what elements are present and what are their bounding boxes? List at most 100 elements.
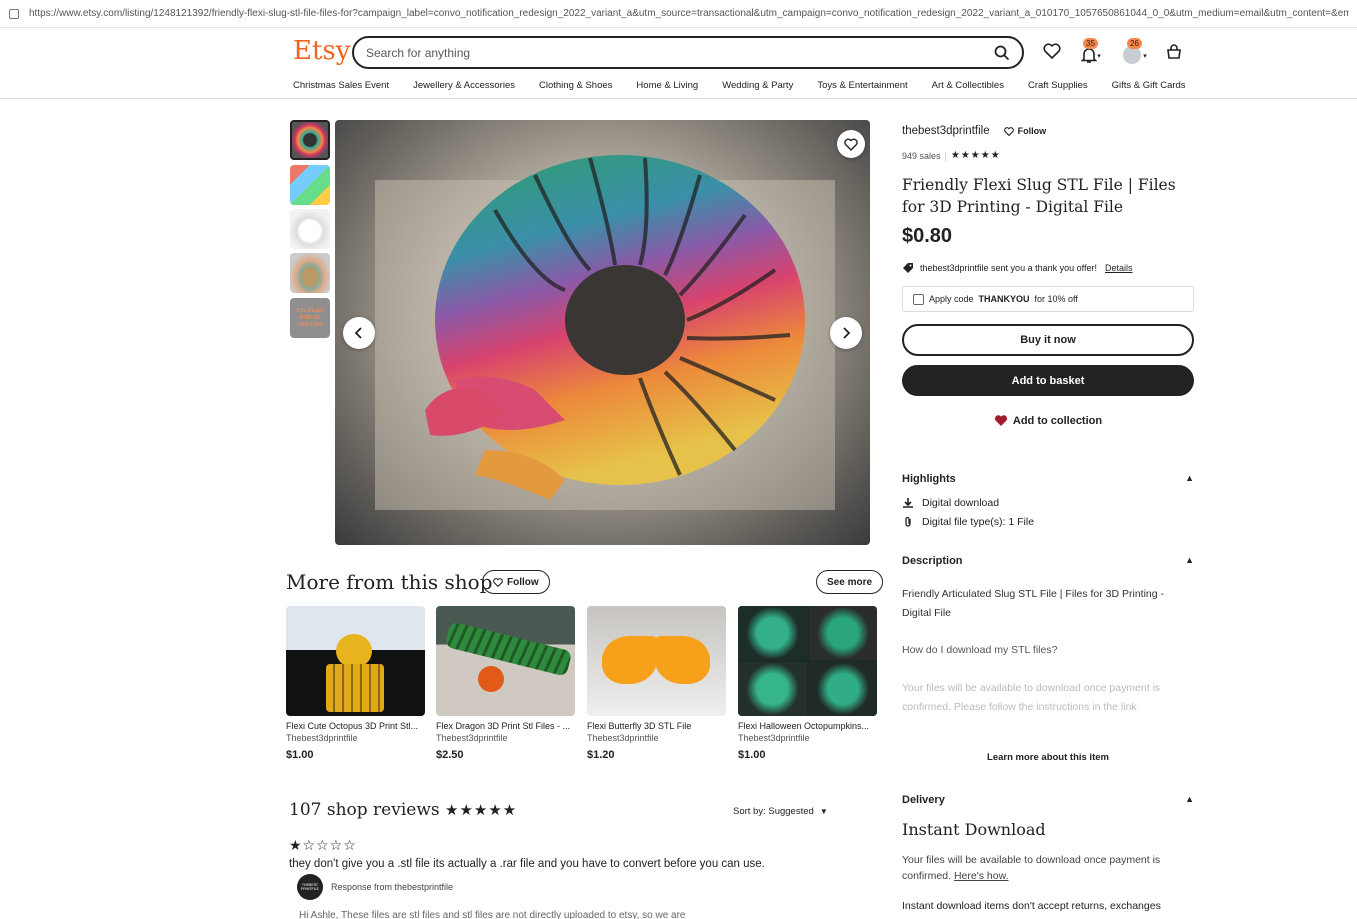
search-icon[interactable]	[994, 45, 1010, 61]
add-to-basket-button[interactable]: Add to basket	[902, 365, 1194, 396]
offer-text: thebest3dprintfile sent you a thank you …	[920, 263, 1097, 273]
search-input[interactable]	[366, 45, 994, 60]
chevron-right-icon	[843, 327, 851, 339]
nav-item-art[interactable]: Art & Collectibles	[932, 80, 1004, 91]
nav-item-christmas[interactable]: Christmas Sales Event	[293, 80, 389, 91]
response-text: Hi Ashle, These files are stl files and …	[299, 910, 686, 919]
nav-item-clothing[interactable]: Clothing & Shoes	[539, 80, 612, 91]
nav-item-home[interactable]: Home & Living	[636, 80, 698, 91]
product-image	[587, 606, 726, 716]
heart-icon	[844, 138, 858, 151]
etsy-logo[interactable]: Etsy	[293, 36, 350, 66]
nav-item-toys[interactable]: Toys & Entertainment	[817, 80, 907, 91]
basket-button[interactable]	[1166, 43, 1182, 60]
list-item[interactable]: Flexi Halloween Octopumpkins... Thebest3…	[738, 606, 877, 761]
header-divider	[0, 98, 1357, 99]
category-nav: Christmas Sales Event Jewellery & Access…	[293, 80, 1186, 91]
product-shop: Thebest3dprintfile	[587, 733, 659, 743]
account-badge: 26	[1127, 38, 1142, 49]
thumbnail-2[interactable]	[290, 165, 330, 205]
delivery-how-link[interactable]: Here's how.	[954, 870, 1009, 882]
product-title: Flexi Butterfly 3D STL File	[587, 721, 692, 731]
delivery-toggle[interactable]: Delivery ▲	[902, 794, 1194, 806]
reviews-heading: 107 shop reviews ★★★★★	[289, 800, 517, 820]
coupon-checkbox-row[interactable]: Apply code THANKYOU for 10% off	[902, 286, 1194, 312]
shop-avatar[interactable]: THEBEST PRINTFILE	[297, 874, 323, 900]
product-image	[286, 606, 425, 716]
add-to-collection-button[interactable]: Add to collection	[902, 414, 1194, 427]
follow-seller-button[interactable]: Follow	[1003, 126, 1047, 136]
description-paragraph: How do I download my STL files?	[902, 644, 1058, 656]
product-shop: Thebest3dprintfile	[286, 733, 358, 743]
coupon-suffix: for 10% off	[1034, 294, 1078, 304]
list-item[interactable]: Flex Dragon 3D Print Stl Files - ... The…	[436, 606, 575, 761]
shop-rating-stars[interactable]: ★★★★★	[951, 150, 1001, 161]
sort-label: Sort by: Suggested	[733, 806, 814, 817]
description-paragraph: Friendly Articulated Slug STL File | Fil…	[902, 588, 1165, 619]
response-label: Response from thebestprintfile	[331, 882, 454, 892]
thumbnail-label: STL FILES FOR 3D PRINTING	[296, 307, 324, 328]
highlights-title: Highlights	[902, 473, 956, 485]
next-image-button[interactable]	[830, 317, 862, 349]
thumbnail-1[interactable]	[290, 120, 330, 160]
address-bar[interactable]: https://www.etsy.com/listing/1248121392/…	[0, 0, 1357, 28]
description-toggle[interactable]: Description ▲	[902, 555, 1194, 567]
nav-item-jewellery[interactable]: Jewellery & Accessories	[413, 80, 515, 91]
delivery-text-body: Your files will be available to download…	[902, 854, 1161, 882]
list-item[interactable]: Flexi Butterfly 3D STL File Thebest3dpri…	[587, 606, 726, 761]
tag-icon	[903, 263, 913, 273]
coupon-checkbox[interactable]	[913, 293, 924, 305]
chevron-down-icon: ▾	[1097, 53, 1101, 60]
shop-name-link[interactable]: thebest3dprintfile	[902, 125, 990, 137]
chevron-up-icon: ▲	[1185, 473, 1194, 483]
basket-icon	[1167, 44, 1181, 59]
product-title: Flex Dragon 3D Print Stl Files - ...	[436, 721, 571, 731]
main-product-image[interactable]	[335, 120, 870, 545]
highlight-digital-download: Digital download	[902, 498, 999, 508]
page-info-icon[interactable]	[9, 8, 19, 19]
nav-item-gifts[interactable]: Gifts & Gift Cards	[1112, 80, 1186, 91]
thumbnail-3[interactable]	[290, 209, 330, 249]
buy-now-button[interactable]: Buy it now	[902, 324, 1194, 356]
heart-filled-icon	[994, 415, 1007, 426]
previous-image-button[interactable]	[343, 317, 375, 349]
thank-you-offer: thebest3dprintfile sent you a thank you …	[902, 262, 1132, 274]
chevron-left-icon	[354, 327, 362, 339]
highlight-file-type: Digital file type(s): 1 File	[902, 516, 1034, 528]
delivery-title: Delivery	[902, 794, 945, 806]
reviews-stars: ★★★★★	[445, 801, 518, 819]
search-bar[interactable]	[352, 36, 1024, 69]
chevron-down-icon: ▼	[819, 807, 828, 816]
delivery-text: Your files will be available to download…	[902, 852, 1194, 884]
description-title: Description	[902, 555, 963, 567]
review-text: they don't give you a .stl file its actu…	[289, 858, 765, 870]
list-item[interactable]: Flexi Cute Octopus 3D Print Stl... Thebe…	[286, 606, 425, 761]
follow-seller-label: Follow	[1017, 126, 1047, 136]
paperclip-icon	[905, 516, 911, 527]
favorite-item-button[interactable]	[837, 130, 865, 158]
notifications-badge: 35	[1083, 38, 1098, 49]
highlights-toggle[interactable]: Highlights ▲	[902, 473, 1194, 485]
learn-more-button[interactable]: Learn more about this item	[902, 752, 1194, 763]
product-price: $1.00	[286, 749, 314, 761]
nav-item-craft[interactable]: Craft Supplies	[1028, 80, 1088, 91]
product-shop: Thebest3dprintfile	[436, 733, 508, 743]
product-title: Flexi Halloween Octopumpkins...	[738, 721, 870, 731]
product-image	[436, 606, 575, 716]
follow-shop-button[interactable]: Follow	[482, 570, 550, 594]
delivery-returns-text: Instant download items don't accept retu…	[902, 900, 1161, 912]
heart-icon	[1043, 43, 1061, 59]
separator: |	[944, 150, 947, 161]
chevron-down-icon: ▾	[1143, 53, 1147, 60]
favorites-button[interactable]	[1043, 43, 1061, 59]
heart-icon	[1003, 126, 1014, 136]
sort-dropdown[interactable]: Sort by: Suggested ▼	[733, 806, 828, 817]
thumbnail-4[interactable]	[290, 253, 330, 293]
nav-item-wedding[interactable]: Wedding & Party	[722, 80, 793, 91]
offer-details-link[interactable]: Details	[1105, 263, 1133, 273]
see-more-button[interactable]: See more	[816, 570, 884, 594]
url-text[interactable]: https://www.etsy.com/listing/1248121392/…	[29, 8, 1349, 19]
sales-rating: 949 sales | ★★★★★	[902, 150, 1001, 161]
thumbnail-5[interactable]: STL FILES FOR 3D PRINTING	[290, 298, 330, 338]
see-more-label: See more	[827, 576, 873, 588]
